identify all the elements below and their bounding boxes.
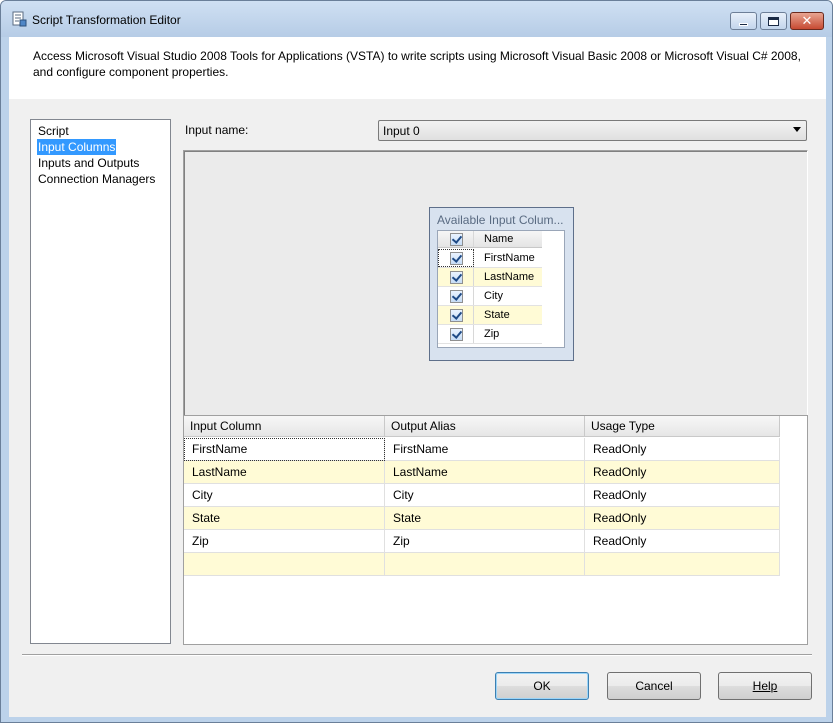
input-name-dropdown[interactable]: Input 0 (378, 120, 807, 141)
button-separator (22, 654, 812, 656)
script-component-icon (12, 11, 27, 27)
table-row[interactable]: FirstName FirstName ReadOnly (184, 438, 780, 461)
new-row-placeholder[interactable] (184, 553, 780, 576)
column-checkbox-firstname[interactable] (450, 252, 463, 265)
usage-type-cell[interactable]: ReadOnly (585, 438, 780, 461)
dropdown-arrow-icon (793, 127, 801, 132)
window-title: Script Transformation Editor (32, 13, 181, 27)
description-panel: Access Microsoft Visual Studio 2008 Tool… (9, 37, 826, 99)
table-row[interactable]: LastName LastName ReadOnly (184, 461, 780, 484)
name-header: Name (484, 233, 514, 245)
close-button[interactable]: ✕ (790, 12, 824, 30)
column-checkbox-lastname[interactable] (450, 271, 463, 284)
available-columns-grid: Name FirstName LastName City State Zip (437, 230, 565, 348)
input-name-value: Input 0 (383, 124, 420, 138)
table-row[interactable]: Zip Zip ReadOnly (184, 530, 780, 553)
dialog-client-area: Access Microsoft Visual Studio 2008 Tool… (9, 37, 826, 717)
available-column-row[interactable]: LastName (438, 268, 542, 287)
usage-type-cell[interactable]: ReadOnly (585, 530, 780, 553)
column-name: State (484, 309, 510, 321)
input-name-label: Input name: (185, 123, 249, 137)
script-transformation-editor-window: Script Transformation Editor ✕ Access Mi… (0, 0, 833, 723)
available-input-columns-box[interactable]: Available Input Colum... Name FirstName … (429, 207, 574, 361)
output-alias-cell[interactable]: FirstName (385, 438, 585, 461)
available-input-columns-title: Available Input Colum... (437, 213, 564, 227)
usage-type-header[interactable]: Usage Type (585, 416, 780, 437)
input-column-cell[interactable]: LastName (184, 461, 385, 484)
page-navigation-list: Script Input Columns Inputs and Outputs … (30, 119, 171, 644)
usage-type-cell[interactable]: ReadOnly (585, 507, 780, 530)
output-alias-cell[interactable]: City (385, 484, 585, 507)
output-alias-header[interactable]: Output Alias (385, 416, 585, 437)
input-column-header[interactable]: Input Column (184, 416, 385, 437)
available-columns-header: Name (438, 231, 542, 248)
available-column-row[interactable]: Zip (438, 325, 542, 344)
column-checkbox-state[interactable] (450, 309, 463, 322)
input-column-cell[interactable]: City (184, 484, 385, 507)
input-column-cell[interactable]: FirstName (184, 438, 385, 461)
nav-item-inputs-and-outputs[interactable]: Inputs and Outputs (37, 155, 140, 171)
table-row[interactable]: State State ReadOnly (184, 507, 780, 530)
description-text: Access Microsoft Visual Studio 2008 Tool… (33, 49, 801, 79)
close-icon: ✕ (801, 13, 813, 28)
available-column-row[interactable]: State (438, 306, 542, 325)
help-button-label: Help (752, 679, 778, 693)
minimize-button[interactable] (730, 12, 757, 30)
nav-item-script[interactable]: Script (37, 123, 70, 139)
usage-type-cell[interactable] (585, 553, 780, 576)
help-button[interactable]: Help (718, 672, 812, 700)
column-name: Zip (484, 328, 500, 340)
column-name: City (484, 290, 503, 302)
table-row[interactable]: City City ReadOnly (184, 484, 780, 507)
output-alias-cell[interactable]: LastName (385, 461, 585, 484)
available-column-row[interactable]: FirstName (438, 249, 542, 268)
available-column-row[interactable]: City (438, 287, 542, 306)
output-alias-cell[interactable] (385, 553, 585, 576)
title-bar[interactable]: Script Transformation Editor ✕ (1, 1, 832, 37)
output-alias-cell[interactable]: Zip (385, 530, 585, 553)
minimize-icon (731, 13, 756, 29)
input-column-cell[interactable] (184, 553, 385, 576)
column-name: FirstName (484, 252, 535, 264)
nav-item-input-columns[interactable]: Input Columns (37, 139, 117, 155)
input-column-cell[interactable]: State (184, 507, 385, 530)
usage-type-cell[interactable]: ReadOnly (585, 484, 780, 507)
grid-header: Input Column Output Alias Usage Type (184, 416, 780, 437)
select-all-checkbox[interactable] (450, 233, 463, 246)
cancel-button[interactable]: Cancel (607, 672, 701, 700)
column-name: LastName (484, 271, 535, 283)
nav-item-connection-managers[interactable]: Connection Managers (37, 171, 156, 187)
column-designer-surface: Available Input Colum... Name FirstName … (183, 150, 808, 416)
maximize-button[interactable] (760, 12, 787, 30)
output-alias-cell[interactable]: State (385, 507, 585, 530)
input-column-cell[interactable]: Zip (184, 530, 385, 553)
column-checkbox-city[interactable] (450, 290, 463, 303)
maximize-icon (761, 13, 786, 29)
usage-type-cell[interactable]: ReadOnly (585, 461, 780, 484)
input-columns-grid: Input Column Output Alias Usage Type Fir… (183, 415, 808, 645)
ok-button[interactable]: OK (495, 672, 589, 700)
column-checkbox-zip[interactable] (450, 328, 463, 341)
